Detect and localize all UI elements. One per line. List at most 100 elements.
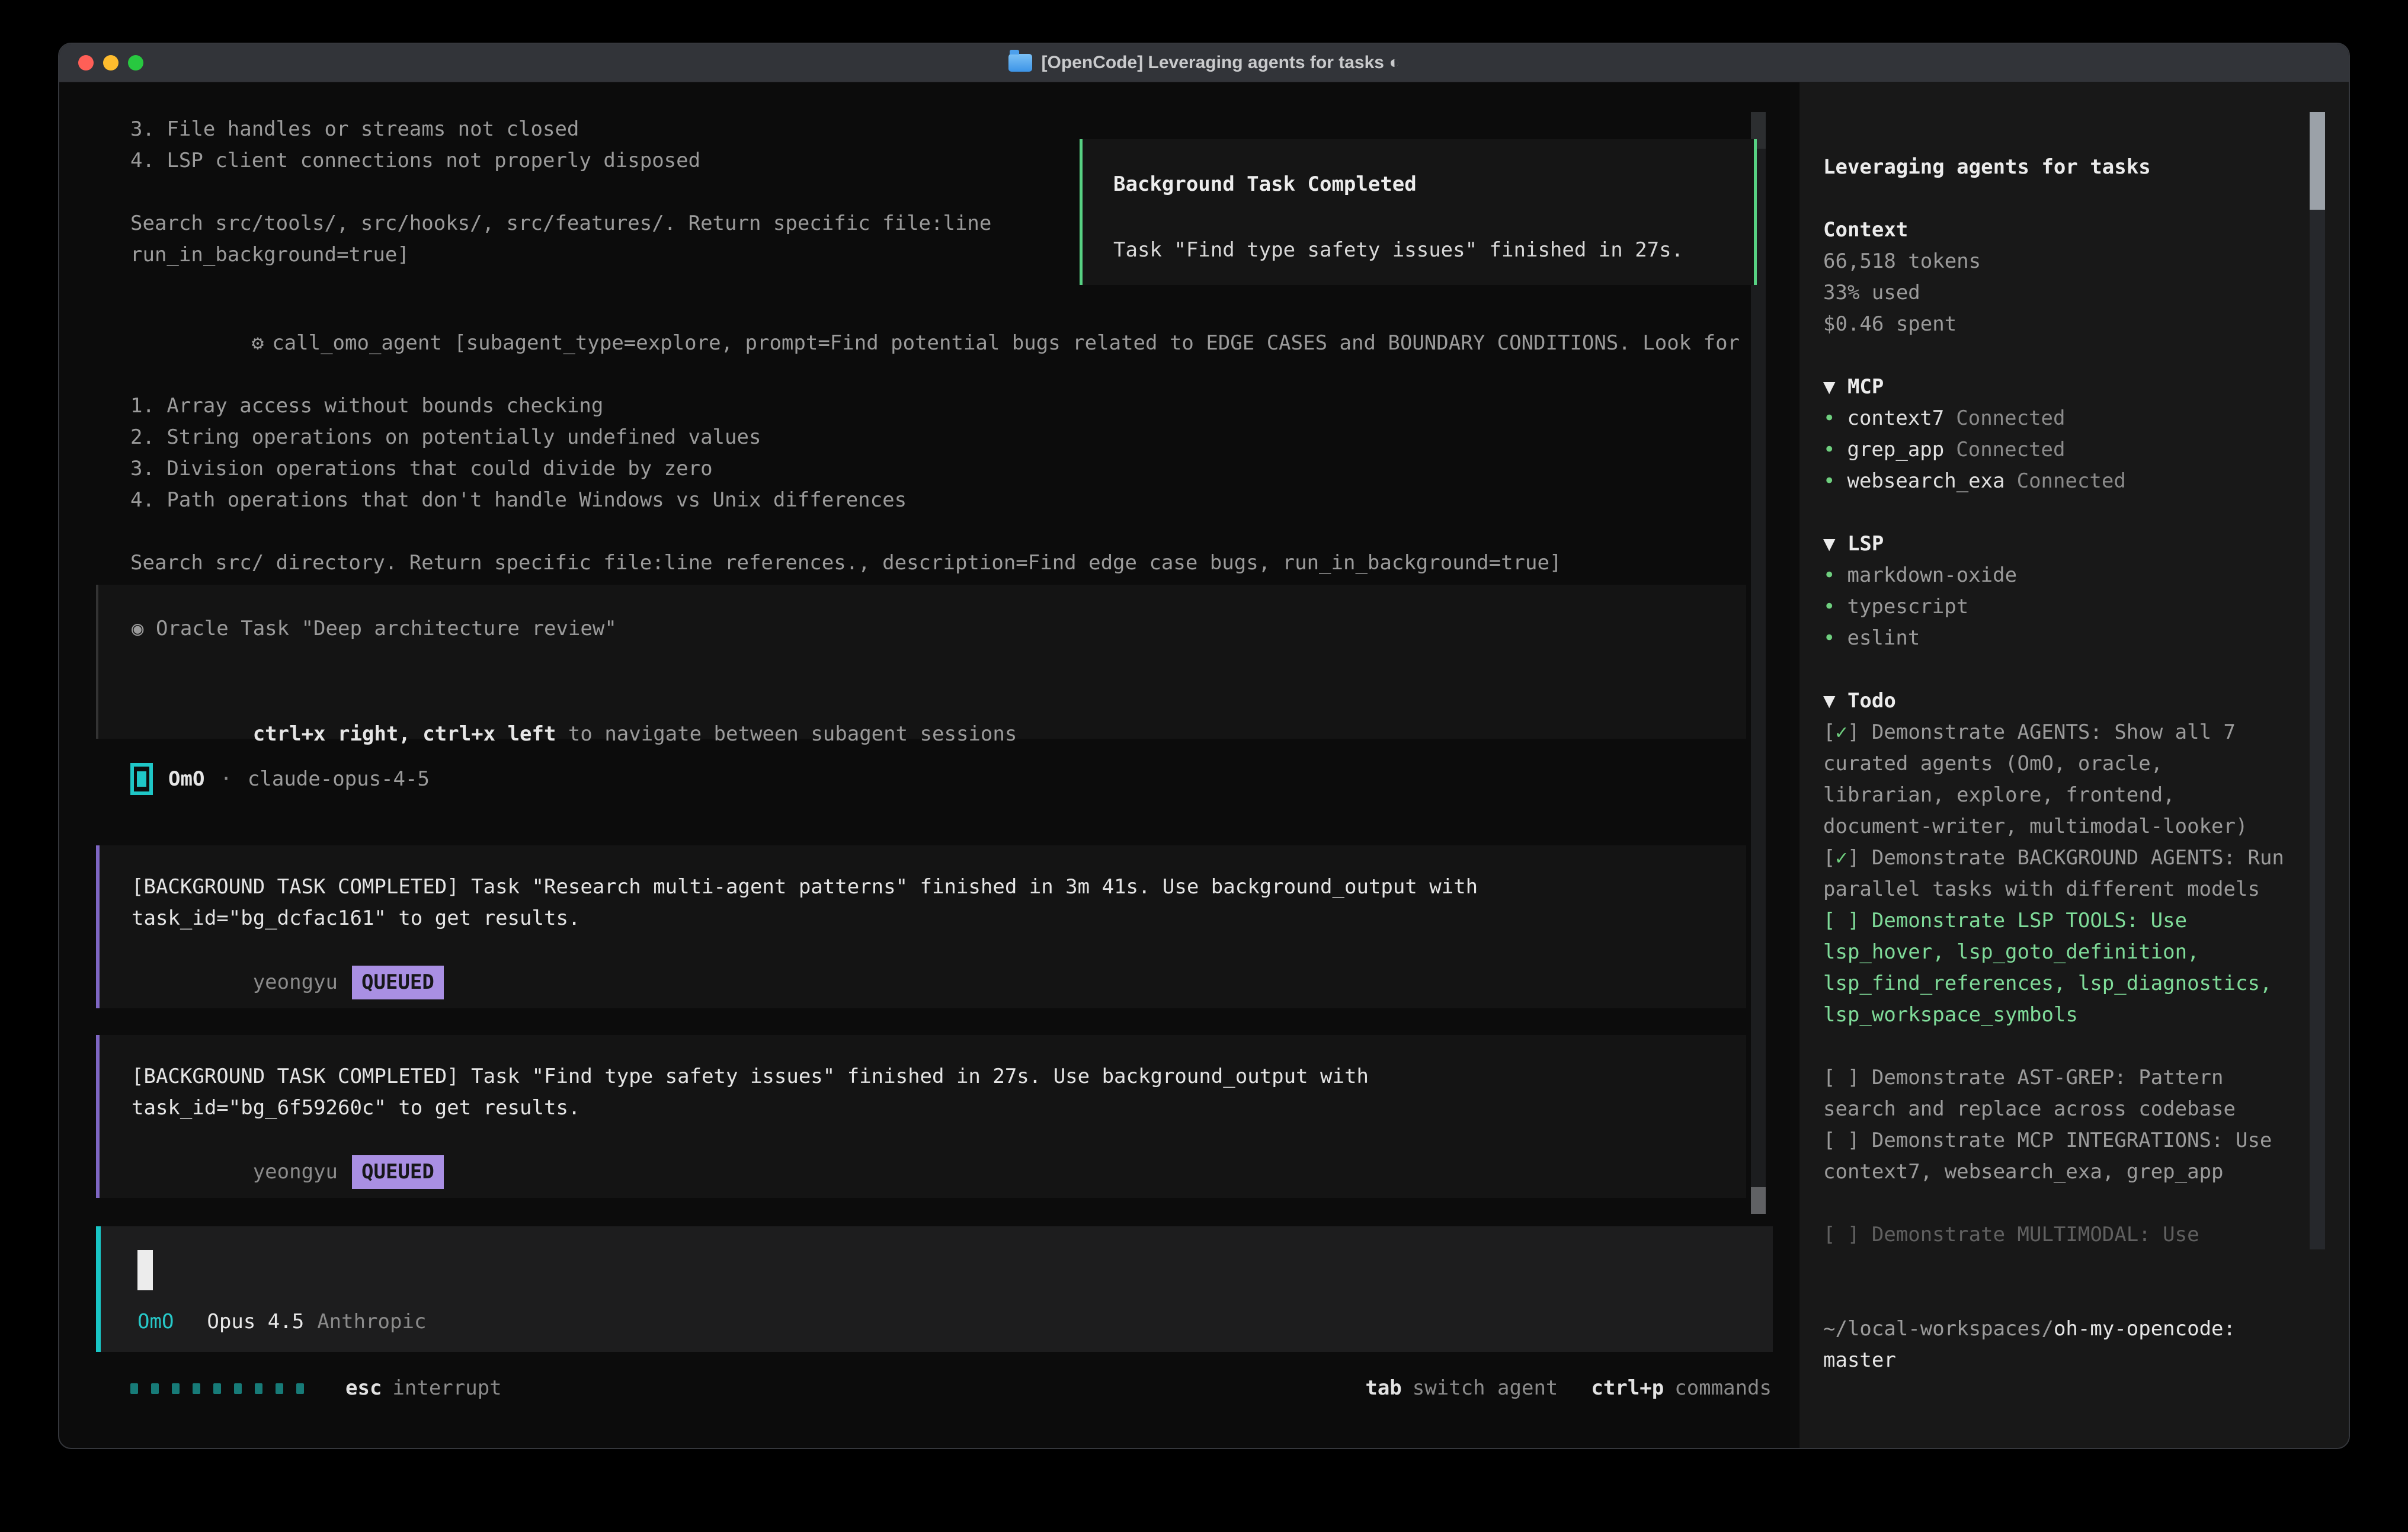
oracle-task-title: ◉ Oracle Task "Deep architecture review"	[132, 613, 1746, 645]
spinner-dot	[130, 1383, 138, 1394]
tool-call-block: ⚙ call_omo_agent [subagent_type=explore, …	[130, 296, 1742, 579]
input-agent-name: OmO	[137, 1306, 174, 1338]
context-spent: $0.46 spent	[1823, 309, 2297, 340]
mcp-item: •grep_appConnected	[1823, 434, 2297, 466]
folder-icon	[1008, 54, 1032, 72]
context-heading: Context	[1823, 214, 2297, 246]
status-dot-icon: •	[1823, 595, 1835, 618]
mcp-heading[interactable]: ▼ MCP	[1823, 371, 2297, 403]
input-provider-name: Anthropic	[317, 1306, 426, 1338]
check-icon: ✓	[1835, 846, 1847, 870]
tool-call-line: 2. String operations on potentially unde…	[130, 422, 1742, 453]
status-dot-icon: •	[1823, 626, 1835, 650]
tool-call-line: 4. Path operations that don't handle Win…	[130, 485, 1742, 516]
shortcut-hint: to navigate between subagent sessions	[556, 722, 1017, 746]
lsp-heading[interactable]: ▼ LSP	[1823, 528, 2297, 560]
ctrlp-key-label: commands	[1674, 1373, 1772, 1404]
background-task-card[interactable]: [BACKGROUND TASK COMPLETED] Task "Find t…	[96, 1035, 1746, 1198]
tool-call-line: 3. Division operations that could divide…	[130, 453, 1742, 485]
lsp-item: •markdown-oxide	[1823, 560, 2297, 591]
separator-dot: ·	[220, 764, 232, 795]
context-section: Context 66,518 tokens 33% used $0.46 spe…	[1823, 214, 2297, 340]
tab-key-label: switch agent	[1413, 1373, 1558, 1404]
todo-item-done: [✓] Demonstrate AGENTS: Show all 7 curat…	[1823, 717, 2284, 842]
task-message-line: task_id="bg_6f59260c" to get results.	[132, 1092, 1746, 1124]
omo-agent-icon	[130, 763, 153, 795]
input-model-name: Opus 4.5	[207, 1306, 304, 1338]
tool-call-line: 1. Array access without bounds checking	[130, 390, 1742, 422]
tool-call-line	[130, 516, 1742, 547]
title-bar: [OpenCode] Leveraging agents for tasks ◐	[59, 44, 2349, 82]
todo-section: ▼ Todo [✓] Demonstrate AGENTS: Show all …	[1823, 685, 2284, 1251]
ctrlp-key-hint[interactable]: ctrl+p	[1591, 1373, 1664, 1404]
close-window-button[interactable]	[78, 55, 94, 70]
tool-call-line: call_omo_agent [subagent_type=explore, p…	[272, 331, 1740, 355]
git-branch: master	[1823, 1345, 2284, 1376]
agent-header: OmO · claude-opus-4-5	[130, 763, 430, 795]
gear-icon: ⚙	[252, 331, 264, 355]
tool-call-line: Search src/ directory. Return specific f…	[130, 547, 1742, 579]
status-dot-icon: •	[1823, 563, 1835, 587]
lsp-item: •eslint	[1823, 623, 2297, 654]
window-title: [OpenCode] Leveraging agents for tasks ◐	[1042, 53, 1400, 73]
spinner-dot	[276, 1383, 283, 1394]
spinner-dot	[193, 1383, 200, 1394]
todo-item-pending: [ ] Demonstrate MCP INTEGRATIONS: Use co…	[1823, 1125, 2284, 1188]
check-icon: ✓	[1835, 720, 1847, 744]
spinner-dot	[213, 1383, 221, 1394]
todo-item-active: [ ] Demonstrate LSP TOOLS: Use lsp_hover…	[1823, 905, 2284, 1031]
esc-key-hint[interactable]: esc	[345, 1373, 382, 1404]
queued-badge: QUEUED	[352, 1155, 444, 1189]
prompt-input[interactable]: OmO Opus 4.5 Anthropic	[96, 1226, 1773, 1352]
workspace-repo: oh-my-opencode:	[2054, 1317, 2236, 1341]
task-user: yeongyu	[253, 1160, 338, 1184]
spinner-dot	[151, 1383, 159, 1394]
workspace-path-prefix: ~/local-workspaces/	[1823, 1317, 2054, 1341]
sidebar-scrollbar[interactable]	[2310, 112, 2325, 1249]
spinner-dot	[234, 1383, 242, 1394]
zoom-window-button[interactable]	[128, 55, 143, 70]
todo-heading[interactable]: ▼ Todo	[1823, 685, 2284, 717]
scrollbar-thumb[interactable]	[1751, 1187, 1766, 1214]
model-row: OmO Opus 4.5 Anthropic	[137, 1306, 426, 1338]
text-cursor	[137, 1250, 153, 1290]
lsp-item: •typescript	[1823, 591, 2297, 623]
spinner-dots	[130, 1383, 304, 1394]
spinner-dot	[255, 1383, 262, 1394]
spinner-dot	[296, 1383, 304, 1394]
task-message-line: task_id="bg_dcfac161" to get results.	[132, 903, 1746, 934]
context-tokens: 66,518 tokens	[1823, 246, 2297, 277]
chat-main-area: 3. File handles or streams not closed 4.…	[59, 82, 1785, 1448]
esc-key-label: interrupt	[392, 1373, 501, 1404]
task-user: yeongyu	[253, 970, 338, 994]
mcp-item: •websearch_exaConnected	[1823, 466, 2297, 497]
spinner-dot	[172, 1383, 180, 1394]
toast-body: Task "Find type safety issues" finished …	[1113, 235, 1754, 266]
background-task-card[interactable]: [BACKGROUND TASK COMPLETED] Task "Resear…	[96, 845, 1746, 1008]
toast-notification[interactable]: Background Task Completed Task "Find typ…	[1080, 139, 1757, 285]
status-bar: esc interrupt tab switch agent ctrl+p co…	[130, 1373, 1772, 1404]
todo-item-done: [✓] Demonstrate BACKGROUND AGENTS: Run p…	[1823, 842, 2284, 905]
todo-item-pending: [ ] Demonstrate MULTIMODAL: Use	[1823, 1219, 2284, 1251]
lsp-section: ▼ LSP •markdown-oxide •typescript •eslin…	[1823, 528, 2297, 654]
task-message-line: [BACKGROUND TASK COMPLETED] Task "Find t…	[132, 1061, 1746, 1092]
context-used: 33% used	[1823, 277, 2297, 309]
scrollbar-thumb[interactable]	[2310, 112, 2325, 210]
agent-name: OmO	[168, 764, 204, 795]
mcp-section: ▼ MCP •context7Connected •grep_appConnec…	[1823, 371, 2297, 497]
status-dot-icon: •	[1823, 469, 1835, 493]
mcp-item: •context7Connected	[1823, 403, 2297, 434]
oracle-task-card[interactable]: ◉ Oracle Task "Deep architecture review"…	[96, 585, 1746, 739]
app-window: [OpenCode] Leveraging agents for tasks ◐…	[58, 43, 2350, 1449]
todo-item-pending: [ ] Demonstrate AST-GREP: Pattern search…	[1823, 1062, 2284, 1125]
task-message-line: [BACKGROUND TASK COMPLETED] Task "Resear…	[132, 871, 1746, 903]
agent-model: claude-opus-4-5	[248, 764, 430, 795]
opencode-version-row: •OpenCode1.0.163	[1823, 1439, 2297, 1449]
status-dot-icon: •	[1823, 438, 1835, 461]
shortcut-keys: ctrl+x right, ctrl+x left	[253, 722, 556, 746]
session-sidebar: Leveraging agents for tasks Context 66,5…	[1799, 82, 2350, 1448]
status-dot-icon: •	[1823, 406, 1835, 430]
minimize-window-button[interactable]	[103, 55, 119, 70]
queued-badge: QUEUED	[352, 966, 444, 999]
tab-key-hint[interactable]: tab	[1365, 1373, 1401, 1404]
